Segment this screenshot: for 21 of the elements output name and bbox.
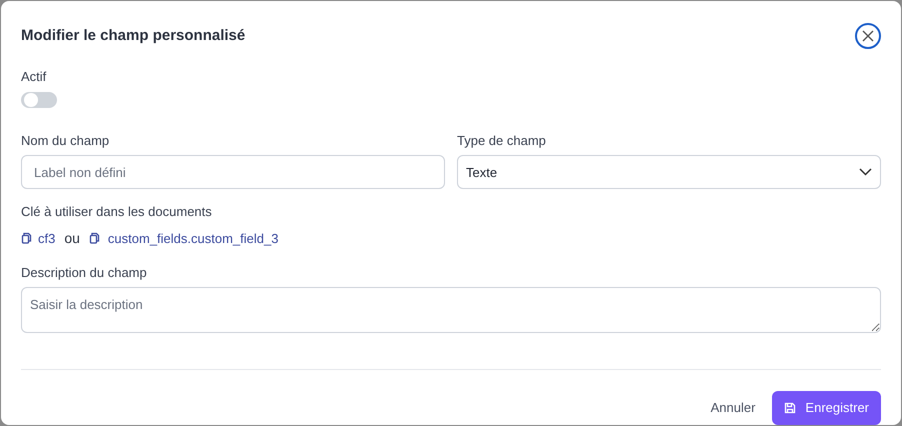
key-link[interactable]: cf3 <box>38 228 56 248</box>
copy-icon <box>88 232 100 244</box>
separator-text: ou <box>64 228 80 248</box>
key-link[interactable]: custom_fields.custom_field_3 <box>108 228 278 248</box>
field-label: Clé à utiliser dans les documents <box>21 203 213 222</box>
field-label: Type de champ <box>457 132 547 150</box>
floppy-disk-icon <box>784 402 796 414</box>
field-label: Actif <box>21 68 48 86</box>
field-label: Description du champ <box>21 264 148 282</box>
save-button[interactable]: Enregistrer <box>772 391 881 425</box>
field-label: Nom du champ <box>21 132 110 150</box>
description-field[interactable]: Saisir la description <box>21 287 881 333</box>
cancel-button[interactable]: Annuler <box>710 398 756 418</box>
copy-icon <box>21 232 32 244</box>
close-icon <box>862 30 874 42</box>
chevron-down-icon <box>859 168 872 176</box>
name-input-field[interactable]: Label non défini <box>21 155 445 190</box>
close-button[interactable] <box>855 23 881 49</box>
toggle-switch[interactable] <box>21 92 57 108</box>
dialog-title: Modifier le champ personnalisé <box>21 26 246 46</box>
type-select[interactable]: Texte <box>457 155 881 190</box>
